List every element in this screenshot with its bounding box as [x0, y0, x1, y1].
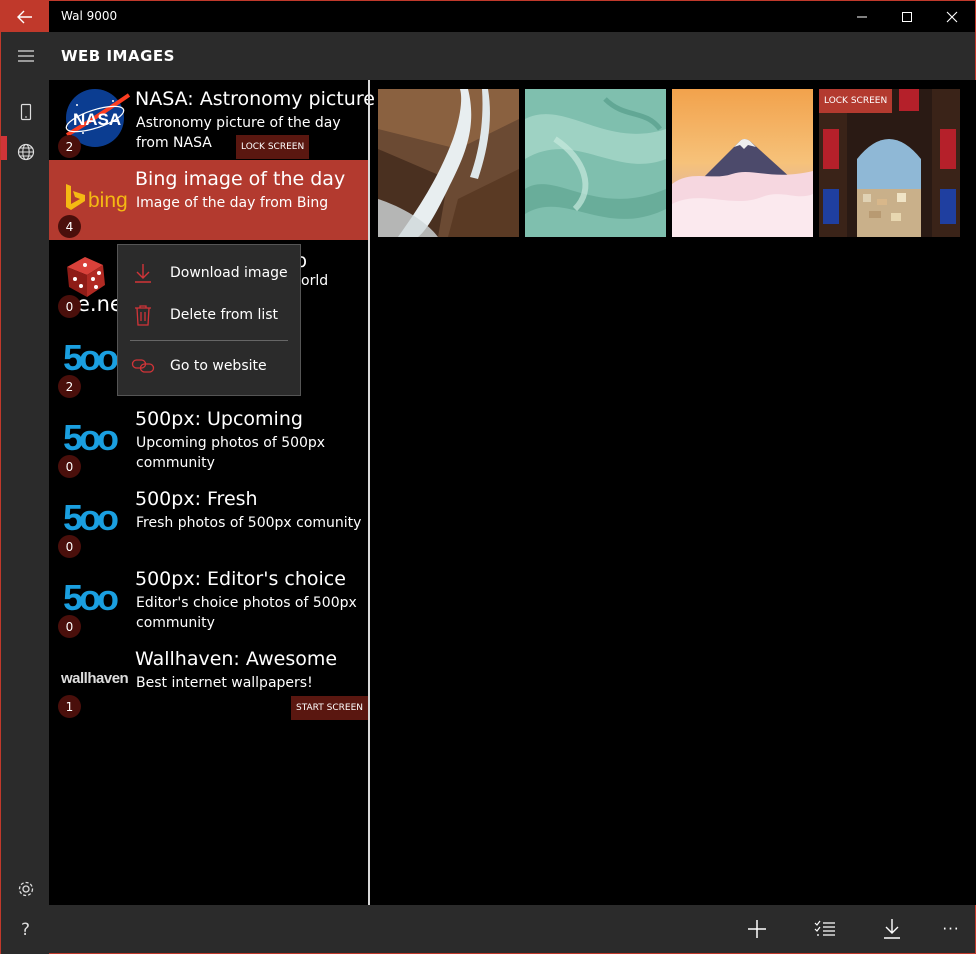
list-item[interactable]: bing Bing image of the day Image of the … [49, 135, 369, 240]
lock-screen-tag: LOCK SCREEN [236, 135, 310, 159]
image-count-badge: 4 [58, 215, 81, 238]
source-title: 500px: Fresh [135, 488, 258, 510]
source-subtitle: Image of the day from Bing [136, 195, 329, 211]
select-button[interactable] [797, 905, 853, 953]
image-count-badge: 2 [58, 375, 81, 398]
thumbnail-teal-swirl[interactable] [525, 89, 666, 237]
download-button[interactable] [864, 905, 920, 953]
context-menu: Download image Delete from list Go to we… [117, 244, 301, 396]
more-button[interactable]: ··· [923, 905, 976, 953]
more-icon: ··· [942, 920, 960, 938]
select-list-icon [814, 920, 835, 936]
source-title: Bing image of the day [135, 168, 346, 190]
add-button[interactable] [729, 905, 785, 953]
navigation-rail: ? [0, 32, 49, 954]
menu-item-delete-from-list[interactable]: Delete from list [118, 295, 300, 335]
title-bar: Wal 9000 [0, 0, 976, 33]
lock-screen-tag: LOCK SCREEN [819, 89, 893, 113]
app-title: Wal 9000 [61, 9, 118, 23]
source-subtitle: Best internet wallpapers! [136, 675, 313, 691]
svg-text:bing: bing [88, 189, 128, 212]
source-title: 500px: Editor's choice [135, 568, 346, 590]
image-count-badge: 0 [58, 455, 81, 478]
bottom-app-bar: ··· [49, 905, 976, 954]
image-count-badge: 0 [58, 295, 81, 318]
menu-item-label: Download image [170, 265, 288, 281]
page-title: WEB IMAGES [61, 47, 175, 65]
list-item[interactable]: wallhaven Wallhaven: Awesome Best intern… [49, 640, 369, 720]
help-button[interactable]: ? [1, 906, 50, 954]
hamburger-menu-button[interactable] [1, 32, 50, 80]
thumbnail-mount-fuji[interactable] [672, 89, 813, 237]
menu-item-download-image[interactable]: Download image [118, 253, 300, 293]
teal-swirl-image [525, 89, 666, 237]
source-subtitle: Upcoming photos of 500px community [136, 435, 326, 471]
download-icon [135, 264, 151, 283]
settings-icon [18, 881, 33, 897]
pane-divider[interactable] [368, 80, 370, 905]
menu-item-go-to-website[interactable]: Go to website [118, 346, 300, 386]
back-button[interactable] [1, 1, 49, 33]
maximize-button[interactable] [884, 1, 930, 33]
menu-separator [130, 340, 288, 341]
list-item[interactable]: 5oo 500px: Editor's choice Editor's choi… [49, 560, 369, 640]
image-count-badge: 1 [58, 695, 81, 718]
mount-fuji-image [672, 89, 813, 237]
source-title: NASA: Astronomy picture [135, 88, 375, 110]
waterfall-image [378, 89, 519, 237]
trash-icon [135, 305, 151, 326]
image-count-badge: 0 [58, 615, 81, 638]
menu-item-label: Delete from list [170, 307, 279, 323]
hamburger-icon [17, 50, 34, 62]
download-icon [884, 919, 900, 939]
close-icon [946, 11, 958, 23]
source-subtitle: orld [301, 273, 329, 289]
page-header: WEB IMAGES [49, 32, 976, 80]
menu-item-label: Go to website [170, 358, 267, 374]
thumbnail-waterfall[interactable] [378, 89, 519, 237]
list-item[interactable]: NASA NASA: Astronomy picture Astronomy p… [49, 80, 375, 160]
maximize-icon [902, 12, 912, 22]
source-subtitle: Fresh photos of 500px comunity [136, 515, 362, 531]
close-button[interactable] [929, 1, 975, 33]
minimize-icon [857, 16, 867, 18]
list-item[interactable]: 5oo 500px: Fresh Fresh photos of 500px c… [49, 480, 369, 560]
phone-icon [20, 103, 31, 121]
source-subtitle: Editor's choice photos of 500px communit… [136, 595, 357, 631]
svg-text:NASA: NASA [73, 110, 121, 129]
source-logo-text: e.ne [77, 292, 123, 316]
minimize-button[interactable] [839, 1, 885, 33]
start-screen-tag: START SCREEN [291, 696, 368, 720]
add-icon [748, 920, 766, 938]
image-count-badge: 2 [58, 135, 81, 158]
back-arrow-icon [17, 10, 32, 24]
list-item[interactable]: 5oo 500px: Upcoming Upcoming photos of 5… [49, 400, 369, 480]
source-list: NASA NASA: Astronomy picture Astronomy p… [49, 80, 375, 905]
nav-web-images-button[interactable] [1, 128, 50, 176]
image-count-badge: 0 [58, 535, 81, 558]
source-title: 500px: Upcoming [135, 408, 303, 430]
help-icon: ? [20, 920, 31, 940]
globe-icon [17, 143, 34, 161]
source-title: Wallhaven: Awesome [135, 648, 338, 670]
link-icon [131, 359, 155, 373]
